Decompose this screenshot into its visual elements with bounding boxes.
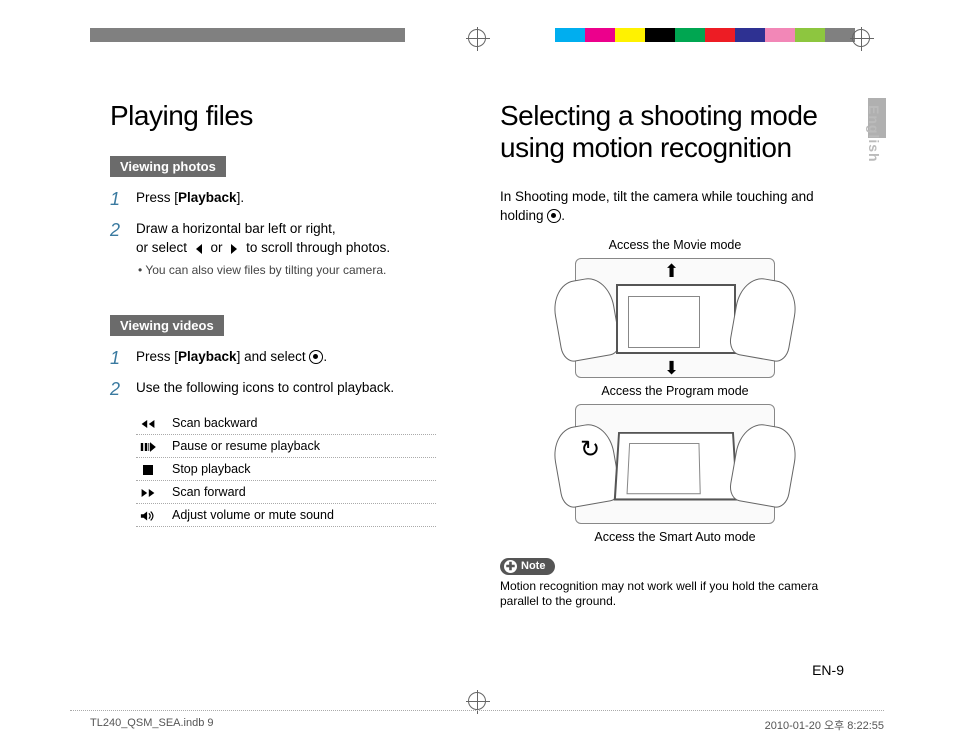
step-text: to scroll through photos. bbox=[246, 240, 390, 255]
color-calibration-bar bbox=[555, 28, 855, 42]
step-text: ] and select bbox=[237, 349, 310, 364]
table-row: Stop playback bbox=[136, 458, 436, 481]
caption-smart-auto-mode: Access the Smart Auto mode bbox=[500, 530, 850, 544]
page-number: EN-9 bbox=[812, 662, 844, 678]
diagram-movie-mode: ⬆ ⬇ bbox=[575, 258, 775, 378]
videos-step-1: 1 Press [Playback] and select . bbox=[110, 346, 460, 371]
registration-mark-icon bbox=[468, 692, 486, 710]
registration-mark-icon bbox=[852, 29, 870, 47]
icon-desc: Scan forward bbox=[172, 485, 246, 499]
step-text: Press [ bbox=[136, 349, 178, 364]
scan-forward-icon bbox=[140, 487, 156, 499]
plus-icon: ✚ bbox=[504, 560, 517, 573]
tilt-arrow-icon: ↻ bbox=[580, 435, 610, 464]
footer: TL240_QSM_SEA.indb 9 2010-01-20 오후 8:22:… bbox=[90, 717, 884, 733]
step-number: 2 bbox=[110, 377, 126, 402]
stop-icon bbox=[140, 464, 156, 476]
footer-timestamp: 2010-01-20 오후 8:22:55 bbox=[765, 717, 884, 733]
step-text: ]. bbox=[237, 190, 245, 205]
note-label: Note bbox=[521, 560, 545, 572]
footer-divider bbox=[70, 710, 884, 711]
playback-label: Playback bbox=[178, 349, 237, 364]
scan-backward-icon bbox=[140, 418, 156, 430]
intro-text: In Shooting mode, tilt the camera while … bbox=[500, 188, 850, 226]
registration-mark-icon bbox=[468, 29, 486, 47]
playback-icons-table: Scan backward Pause or resume playback S… bbox=[136, 412, 436, 527]
chevron-left-icon bbox=[191, 243, 207, 255]
language-tab: English bbox=[866, 105, 882, 163]
playback-label: Playback bbox=[178, 190, 237, 205]
step-text: or bbox=[211, 240, 227, 255]
chevron-right-icon bbox=[226, 243, 242, 255]
volume-icon bbox=[140, 510, 156, 522]
photos-step-1: 1 Press [Playback]. bbox=[110, 187, 460, 212]
table-row: Pause or resume playback bbox=[136, 435, 436, 458]
arrow-up-icon: ⬆ bbox=[664, 261, 679, 282]
note-badge: ✚ Note bbox=[500, 558, 555, 575]
step-number: 1 bbox=[110, 187, 126, 212]
step-subtext: • You can also view files by tilting you… bbox=[136, 262, 390, 279]
icon-desc: Pause or resume playback bbox=[172, 439, 320, 453]
right-column: Selecting a shooting mode using motion r… bbox=[500, 100, 850, 670]
section-viewing-photos: Viewing photos bbox=[110, 156, 226, 177]
pause-play-icon bbox=[140, 441, 156, 453]
gray-calibration-bar bbox=[90, 28, 405, 42]
icon-desc: Scan backward bbox=[172, 416, 257, 430]
arrow-down-icon: ⬇ bbox=[664, 358, 679, 379]
caption-program-mode: Access the Program mode bbox=[500, 384, 850, 398]
mode-touch-icon bbox=[547, 209, 561, 223]
heading-motion-recognition: Selecting a shooting mode using motion r… bbox=[500, 100, 850, 164]
step-text: Press [ bbox=[136, 190, 178, 205]
note-text: Motion recognition may not work well if … bbox=[500, 579, 850, 610]
heading-playing-files: Playing files bbox=[110, 100, 460, 132]
step-text: . bbox=[323, 349, 327, 364]
section-viewing-videos: Viewing videos bbox=[110, 315, 224, 336]
table-row: Adjust volume or mute sound bbox=[136, 504, 436, 527]
table-row: Scan forward bbox=[136, 481, 436, 504]
diagram-smart-auto-mode: ↻ bbox=[575, 404, 775, 524]
videos-step-2: 2 Use the following icons to control pla… bbox=[110, 377, 460, 402]
icon-desc: Stop playback bbox=[172, 462, 251, 476]
table-row: Scan backward bbox=[136, 412, 436, 435]
step-text: Draw a horizontal bar left or right, bbox=[136, 221, 336, 236]
step-number: 1 bbox=[110, 346, 126, 371]
caption-movie-mode: Access the Movie mode bbox=[500, 238, 850, 252]
footer-filename: TL240_QSM_SEA.indb 9 bbox=[90, 717, 214, 733]
play-mode-icon bbox=[309, 350, 323, 364]
step-text: Use the following icons to control playb… bbox=[136, 380, 394, 395]
step-number: 2 bbox=[110, 218, 126, 279]
icon-desc: Adjust volume or mute sound bbox=[172, 508, 334, 522]
left-column: Playing files Viewing photos 1 Press [Pl… bbox=[110, 100, 460, 670]
step-text: or select bbox=[136, 240, 191, 255]
intro-part: . bbox=[561, 208, 565, 223]
photos-step-2: 2 Draw a horizontal bar left or right, o… bbox=[110, 218, 460, 279]
